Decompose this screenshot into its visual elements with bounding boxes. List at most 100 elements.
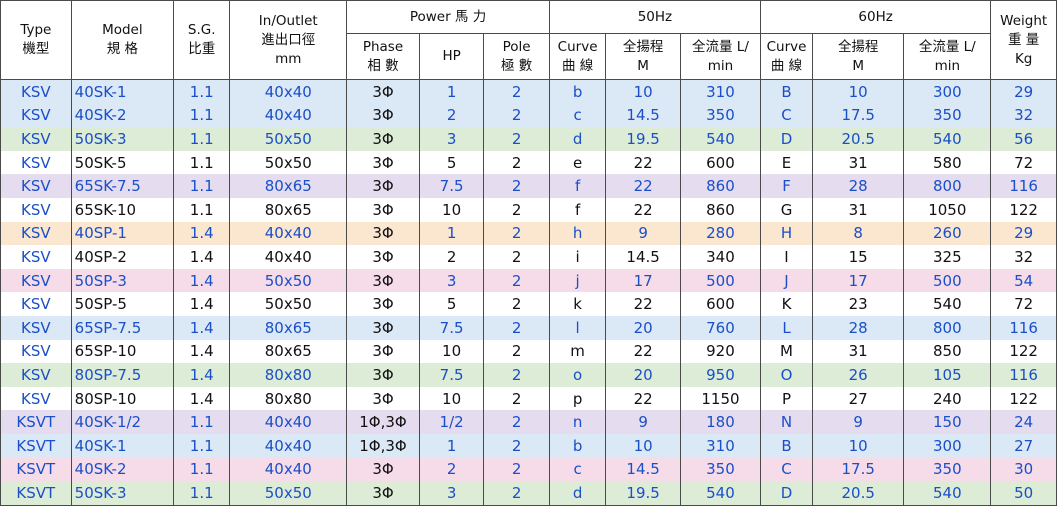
header-inout-zh: 進出口徑: [261, 31, 316, 48]
cell-curve-60: D: [759, 481, 814, 506]
cell-inout: 50x50: [229, 268, 348, 293]
cell-hp: 3: [418, 268, 485, 293]
cell-head-60: 23: [812, 292, 905, 316]
header-curve-50: Curve 曲 線: [548, 33, 607, 80]
cell-head-50: 22: [605, 150, 681, 175]
header-flow-50-zh: 全流量 L/: [692, 38, 749, 55]
cell-type: KSV: [0, 363, 72, 387]
cell-weight: 29: [990, 221, 1057, 246]
cell-phase: 3Φ: [346, 339, 420, 364]
table-row: KSVT 50SK-3 1.1 50x50 3Φ 3 2 d 19.5 540 D 20.5 540 50: [0, 481, 1057, 506]
cell-flow-60: 540: [903, 481, 992, 506]
cell-hp: 1: [418, 433, 485, 458]
cell-curve-60: D: [759, 127, 814, 151]
header-weight-en: Weight: [1000, 12, 1048, 29]
header-sg: S.G. 比重: [173, 0, 231, 80]
table-row: KSV 40SP-2 1.4 40x40 3Φ 2 2 i 14.5 340 I 15 325 32: [0, 245, 1057, 269]
cell-model: 40SP-1: [70, 221, 175, 246]
cell-curve-50: f: [548, 197, 607, 222]
header-head-60: 全揚程 M: [812, 33, 905, 80]
cell-flow-50: 950: [680, 363, 761, 387]
cell-hp: 1: [418, 79, 485, 104]
table-row: KSVT 40SK-1 1.1 40x40 1Φ,3Φ 1 2 b 10 310 B 10 300 27: [0, 433, 1057, 458]
cell-curve-50: n: [548, 410, 607, 434]
table-row: KSV 65SP-7.5 1.4 80x65 3Φ 7.5 2 l 20 760 L 28 800 116: [0, 315, 1057, 340]
header-pole: Pole 極 數: [483, 33, 550, 80]
cell-sg: 1.1: [173, 79, 231, 104]
cell-flow-50: 310: [680, 79, 761, 104]
cell-flow-60: 800: [903, 174, 992, 198]
header-type-en: Type: [20, 22, 52, 38]
cell-model: 40SK-2: [70, 103, 175, 128]
cell-hp: 5: [418, 292, 485, 316]
table-body: KSV 40SK-1 1.1 40x40 3Φ 1 2 b 10 310 B 10 300 29 KSV 40…: [0, 79, 1057, 506]
cell-hp: 7.5: [418, 315, 485, 340]
cell-phase: 3Φ: [346, 245, 420, 269]
cell-hp: 10: [418, 197, 485, 222]
cell-curve-60: G: [759, 197, 814, 222]
cell-curve-60: I: [759, 245, 814, 269]
cell-curve-60: J: [759, 268, 814, 293]
cell-curve-60: B: [759, 433, 814, 458]
cell-weight: 30: [990, 457, 1057, 482]
cell-pole: 2: [483, 103, 550, 128]
header-50hz: 50Hz: [548, 0, 761, 34]
table-row: KSV 65SK-10 1.1 80x65 3Φ 10 2 f 22 860 G 31 1050 122: [0, 197, 1057, 222]
cell-sg: 1.1: [173, 127, 231, 151]
cell-type: KSV: [0, 174, 72, 198]
cell-sg: 1.4: [173, 221, 231, 246]
header-60hz: 60Hz: [759, 0, 992, 34]
cell-pole: 2: [483, 386, 550, 411]
cell-inout: 40x40: [229, 221, 348, 246]
cell-hp: 1/2: [418, 410, 485, 434]
cell-head-60: 28: [812, 174, 905, 198]
cell-weight: 50: [990, 481, 1057, 506]
cell-hp: 3: [418, 481, 485, 506]
cell-weight: 122: [990, 197, 1057, 222]
cell-type: KSV: [0, 292, 72, 316]
cell-head-50: 10: [605, 79, 681, 104]
cell-sg: 1.1: [173, 150, 231, 175]
cell-curve-50: d: [548, 481, 607, 506]
cell-head-60: 8: [812, 221, 905, 246]
cell-model: 40SK-1/2: [70, 410, 175, 434]
cell-flow-60: 500: [903, 268, 992, 293]
cell-sg: 1.1: [173, 174, 231, 198]
cell-head-60: 17.5: [812, 457, 905, 482]
cell-weight: 32: [990, 103, 1057, 128]
cell-type: KSV: [0, 339, 72, 364]
cell-hp: 2: [418, 245, 485, 269]
cell-head-50: 19.5: [605, 127, 681, 151]
cell-pole: 2: [483, 457, 550, 482]
cell-inout: 80x80: [229, 363, 348, 387]
cell-head-50: 22: [605, 292, 681, 316]
cell-type: KSV: [0, 221, 72, 246]
cell-model: 50SP-5: [70, 292, 175, 316]
cell-head-60: 28: [812, 315, 905, 340]
cell-curve-60: M: [759, 339, 814, 364]
cell-head-60: 26: [812, 363, 905, 387]
cell-flow-60: 850: [903, 339, 992, 364]
cell-pole: 2: [483, 79, 550, 104]
cell-hp: 3: [418, 127, 485, 151]
cell-flow-60: 150: [903, 410, 992, 434]
cell-sg: 1.1: [173, 410, 231, 434]
cell-curve-50: h: [548, 221, 607, 246]
cell-flow-60: 260: [903, 221, 992, 246]
cell-weight: 29: [990, 79, 1057, 104]
cell-head-50: 9: [605, 221, 681, 246]
header-head-50-zh: 全揚程: [622, 38, 664, 55]
cell-flow-50: 760: [680, 315, 761, 340]
cell-weight: 56: [990, 127, 1057, 151]
header-curve-60: Curve 曲 線: [759, 33, 814, 80]
table-row: KSV 50SP-3 1.4 50x50 3Φ 3 2 j 17 500 J 17 500 54: [0, 268, 1057, 293]
cell-phase: 1Φ,3Φ: [346, 433, 420, 458]
cell-hp: 1: [418, 221, 485, 246]
header-head-60-zh: 全揚程: [837, 38, 879, 55]
cell-model: 65SP-7.5: [70, 315, 175, 340]
cell-weight: 116: [990, 363, 1057, 387]
cell-curve-60: P: [759, 386, 814, 411]
cell-flow-50: 860: [680, 197, 761, 222]
cell-curve-60: L: [759, 315, 814, 340]
header-head-50: 全揚程 M: [605, 33, 681, 80]
